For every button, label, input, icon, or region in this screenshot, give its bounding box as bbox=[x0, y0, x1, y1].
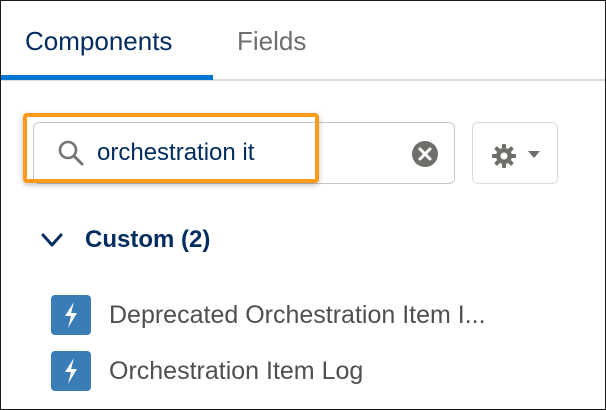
section-title: Custom (2) bbox=[85, 226, 211, 253]
component-item-label: Orchestration Item Log bbox=[109, 357, 364, 385]
lightning-bolt-icon bbox=[51, 351, 91, 391]
tab-bar: Components Fields bbox=[1, 1, 605, 81]
lightning-app-builder-panel: Components Fields orchestration it Custo… bbox=[0, 0, 606, 410]
component-item-deprecated-orchestration[interactable]: Deprecated Orchestration Item I... bbox=[51, 295, 571, 335]
search-highlight bbox=[23, 113, 319, 183]
caret-down-icon bbox=[528, 151, 540, 158]
tab-components[interactable]: Components bbox=[25, 25, 172, 57]
chevron-down-icon bbox=[41, 233, 63, 247]
settings-button[interactable] bbox=[472, 122, 558, 184]
clear-icon[interactable] bbox=[411, 140, 439, 168]
lightning-bolt-icon bbox=[51, 295, 91, 335]
tab-fields[interactable]: Fields bbox=[237, 25, 306, 57]
component-item-orchestration-item-log[interactable]: Orchestration Item Log bbox=[51, 351, 571, 391]
active-tab-indicator bbox=[1, 75, 213, 80]
gear-icon bbox=[492, 144, 516, 168]
component-item-label: Deprecated Orchestration Item I... bbox=[109, 301, 486, 329]
